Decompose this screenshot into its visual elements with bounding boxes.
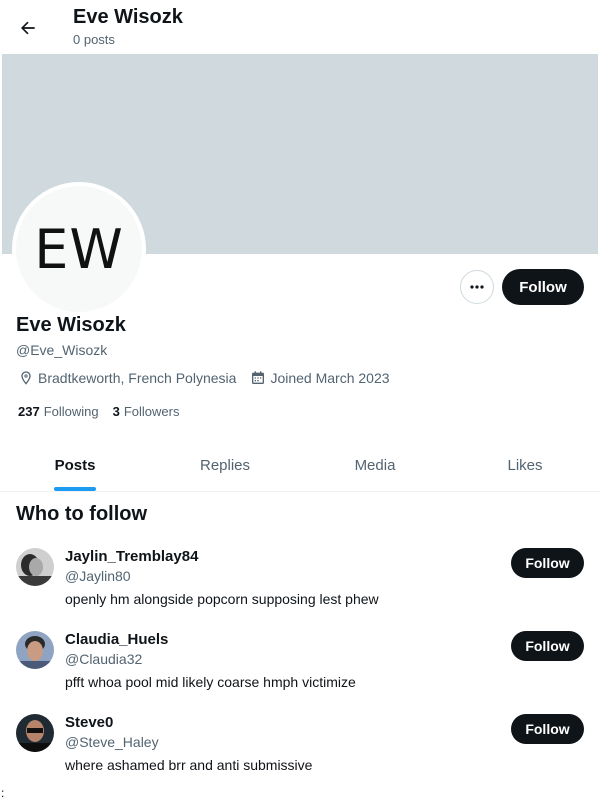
user-photo [16,631,54,669]
user-name: Claudia_Huels [65,631,169,648]
tab-likes[interactable]: Likes [450,440,600,491]
user-name: Jaylin_Tremblay84 [65,548,199,565]
suggested-user[interactable]: Jaylin_Tremblay84 @Jaylin80 openly hm al… [0,548,600,628]
follow-user-button[interactable]: Follow [511,548,584,578]
user-avatar[interactable] [16,714,54,752]
profile-handle: @Eve_Wisozk [16,342,108,358]
user-photo [16,548,54,586]
profile-joined: Joined March 2023 [250,370,390,386]
user-bio: pfft whoa pool mid likely coarse hmph vi… [65,674,356,690]
top-bar: Eve Wisozk 0 posts [0,0,600,54]
tab-media-label: Media [354,457,396,474]
profile-tabs: Posts Replies Media Likes [0,440,600,492]
followers-count: 3 [112,404,120,419]
location-text: Bradtkeworth, French Polynesia [38,370,237,386]
tab-replies-label: Replies [199,457,251,474]
suggested-user[interactable]: Steve0 @Steve_Haley where ashamed brr an… [0,714,600,794]
tab-media[interactable]: Media [300,440,450,491]
user-handle: @Jaylin80 [65,568,131,584]
tab-posts-label: Posts [54,457,96,474]
following-label: Following [43,404,99,419]
follow-user-button[interactable]: Follow [511,714,584,744]
followers-link[interactable]: 3 Followers [113,404,180,419]
user-photo [16,714,54,752]
profile-avatar[interactable]: EW [12,182,146,316]
ellipsis-icon [470,285,484,289]
profile-name: Eve Wisozk [16,314,126,336]
who-to-follow-title: Who to follow [16,503,148,525]
user-bio: where ashamed brr and anti submissive [65,757,313,773]
back-button[interactable] [14,14,42,42]
following-link[interactable]: 237 Following [18,404,99,419]
suggested-user[interactable]: Claudia_Huels @Claudia32 pfft whoa pool … [0,631,600,711]
tab-replies[interactable]: Replies [150,440,300,491]
followers-label: Followers [123,404,180,419]
user-handle: @Steve_Haley [65,734,159,750]
tab-posts[interactable]: Posts [0,440,150,491]
user-handle: @Claudia32 [65,651,143,667]
joined-text: Joined March 2023 [270,370,390,386]
active-tab-indicator [54,487,96,491]
more-options-button[interactable] [460,270,494,304]
user-name: Steve0 [65,714,114,731]
profile-meta: Bradtkeworth, French Polynesia Joined Ma… [18,370,404,386]
user-bio: openly hm alongside popcorn supposing le… [65,591,379,607]
following-count: 237 [18,404,40,419]
location-pin-icon [21,371,31,385]
arrow-left-icon [21,21,35,35]
profile-location: Bradtkeworth, French Polynesia [18,370,236,386]
calendar-icon [252,371,265,384]
follow-user-button[interactable]: Follow [511,631,584,661]
user-avatar[interactable] [16,548,54,586]
tab-likes-label: Likes [507,457,543,474]
stray-character: : [1,786,5,800]
user-avatar[interactable] [16,631,54,669]
follow-button[interactable]: Follow [502,269,584,305]
header-posts-count: 0 posts [73,32,115,47]
header-title: Eve Wisozk [73,6,183,28]
profile-stats: 237 Following 3 Followers [18,404,193,419]
avatar-initials: EW [34,217,124,281]
